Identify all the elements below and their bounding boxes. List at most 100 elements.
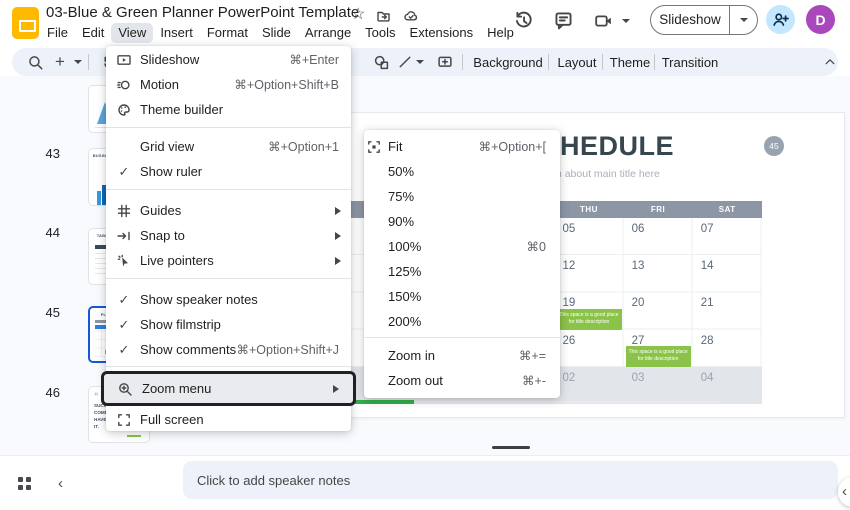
slide-number-badge: 45 xyxy=(764,136,784,156)
new-slide-button[interactable]: + xyxy=(50,48,70,76)
menu-insert[interactable]: Insert xyxy=(153,23,200,43)
day-header-sat: SAT xyxy=(693,201,762,218)
insert-comment-icon[interactable] xyxy=(432,48,458,76)
calendar-date: 04 xyxy=(693,367,762,384)
view-menu: Slideshow ⌘+Enter Motion ⌘+Option+Shift+… xyxy=(106,46,351,431)
submenu-item-fit[interactable]: Fit ⌘+Option+[ xyxy=(364,134,560,159)
bar-shape xyxy=(97,191,101,205)
menu-separator xyxy=(106,189,351,190)
calendar-date: 13 xyxy=(624,255,693,272)
theme-button[interactable]: Theme xyxy=(606,48,654,76)
thumbnail-number: 46 xyxy=(30,385,60,400)
slides-logo-icon[interactable] xyxy=(12,7,39,39)
menu-separator xyxy=(106,278,351,279)
menu-separator xyxy=(106,366,351,367)
menu-view[interactable]: View xyxy=(111,23,153,43)
menu-item-guides[interactable]: Guides xyxy=(106,198,351,223)
presentation-play-icon xyxy=(116,53,132,67)
account-avatar[interactable]: D xyxy=(806,5,835,34)
search-menus-icon[interactable] xyxy=(22,48,48,76)
submenu-item-150[interactable]: 150% xyxy=(364,284,560,309)
menu-item-theme-builder[interactable]: Theme builder xyxy=(106,97,351,122)
menu-item-show-comments[interactable]: ✓ Show comments ⌘+Option+Shift+J xyxy=(106,337,351,362)
slideshow-split-button: Slideshow xyxy=(650,5,758,35)
background-button[interactable]: Background xyxy=(470,48,546,76)
toolbar-divider xyxy=(654,54,655,70)
thumbnail-number: 43 xyxy=(30,146,60,161)
zoom-magnifier-icon xyxy=(117,382,133,396)
toolbar-divider xyxy=(602,54,603,70)
menu-format[interactable]: Format xyxy=(200,23,255,43)
menu-separator xyxy=(364,337,560,338)
top-bar: 03-Blue & Green Planner PowerPoint Templ… xyxy=(0,0,850,46)
menu-item-full-screen[interactable]: Full screen xyxy=(106,407,351,432)
document-title[interactable]: 03-Blue & Green Planner PowerPoint Templ… xyxy=(46,4,359,21)
cloud-status-icon[interactable] xyxy=(403,9,419,23)
calendar-date: 21 xyxy=(693,292,762,309)
collapse-toolbar-icon[interactable] xyxy=(818,48,842,76)
submenu-item-50[interactable]: 50% xyxy=(364,159,560,184)
grid-view-icon[interactable] xyxy=(18,477,31,490)
layout-button[interactable]: Layout xyxy=(552,48,602,76)
submenu-item-100[interactable]: 100% ⌘0 xyxy=(364,234,560,259)
zoom-menu-focus-box: Zoom menu xyxy=(101,371,356,406)
menu-item-zoom-menu[interactable]: Zoom menu xyxy=(104,374,353,403)
menu-item-motion[interactable]: Motion ⌘+Option+Shift+B xyxy=(106,72,351,97)
menu-slide[interactable]: Slide xyxy=(255,23,298,43)
thumbnail-number: 44 xyxy=(30,225,60,240)
submenu-item-125[interactable]: 125% xyxy=(364,259,560,284)
menu-item-grid-view[interactable]: Grid view ⌘+Option+1 xyxy=(106,134,351,159)
menu-file[interactable]: File xyxy=(40,23,75,43)
pointer-icon xyxy=(116,254,132,268)
submenu-item-90[interactable]: 90% xyxy=(364,209,560,234)
star-icon[interactable]: ☆ xyxy=(351,7,365,23)
submenu-item-zoom-out[interactable]: Zoom out ⌘+- xyxy=(364,368,560,393)
calendar-date: 27 xyxy=(624,330,693,347)
speaker-notes-input[interactable]: Click to add speaker notes xyxy=(183,461,838,499)
transition-button[interactable]: Transition xyxy=(658,48,722,76)
meet-dropdown-caret-icon[interactable] xyxy=(622,19,630,23)
menu-separator xyxy=(106,127,351,128)
meet-video-icon[interactable] xyxy=(594,12,613,30)
menu-item-snap-to[interactable]: Snap to xyxy=(106,223,351,248)
collapse-filmstrip-icon[interactable]: ‹ xyxy=(58,477,63,491)
submenu-item-75[interactable]: 75% xyxy=(364,184,560,209)
shape-tool-icon[interactable] xyxy=(368,48,394,76)
submenu-item-zoom-in[interactable]: Zoom in ⌘+= xyxy=(364,343,560,368)
version-history-icon[interactable] xyxy=(514,11,533,30)
calendar-date: 19 xyxy=(555,292,624,309)
snap-to-icon xyxy=(116,229,132,243)
notes-resize-handle[interactable] xyxy=(492,446,530,449)
menu-edit[interactable]: Edit xyxy=(75,23,111,43)
check-icon: ✓ xyxy=(116,342,132,358)
calendar-date: 06 xyxy=(624,218,693,235)
menu-item-show-filmstrip[interactable]: ✓ Show filmstrip xyxy=(106,312,351,337)
calendar-event: This space is a good place for title des… xyxy=(557,309,622,330)
calendar-date: 07 xyxy=(693,218,762,235)
calendar-date: 12 xyxy=(555,255,624,272)
calendar-date: 05 xyxy=(555,218,624,235)
submenu-arrow-icon xyxy=(335,207,341,215)
submenu-item-200[interactable]: 200% xyxy=(364,309,560,334)
mini-green-line xyxy=(127,435,141,437)
chevron-down-icon xyxy=(740,18,748,22)
menu-arrange[interactable]: Arrange xyxy=(298,23,358,43)
menu-item-slideshow[interactable]: Slideshow ⌘+Enter xyxy=(106,47,351,72)
slideshow-button[interactable]: Slideshow xyxy=(651,6,730,34)
palette-icon xyxy=(116,103,132,117)
move-folder-icon[interactable] xyxy=(376,9,391,23)
line-tool-icon[interactable] xyxy=(394,48,416,76)
calendar-date: 26 xyxy=(555,330,624,347)
menu-bar: File Edit View Insert Format Slide Arran… xyxy=(40,23,521,43)
share-button[interactable] xyxy=(766,5,795,34)
check-icon: ✓ xyxy=(116,164,132,180)
menu-item-show-speaker-notes[interactable]: ✓ Show speaker notes xyxy=(106,287,351,312)
menu-item-show-ruler[interactable]: ✓ Show ruler xyxy=(106,159,351,184)
menu-tools[interactable]: Tools xyxy=(358,23,402,43)
slideshow-dropdown-button[interactable] xyxy=(730,18,757,22)
menu-item-live-pointers[interactable]: Live pointers xyxy=(106,248,351,273)
guides-icon xyxy=(116,204,132,218)
comments-icon[interactable] xyxy=(554,11,573,30)
menu-extensions[interactable]: Extensions xyxy=(403,23,481,43)
check-icon: ✓ xyxy=(116,292,132,308)
